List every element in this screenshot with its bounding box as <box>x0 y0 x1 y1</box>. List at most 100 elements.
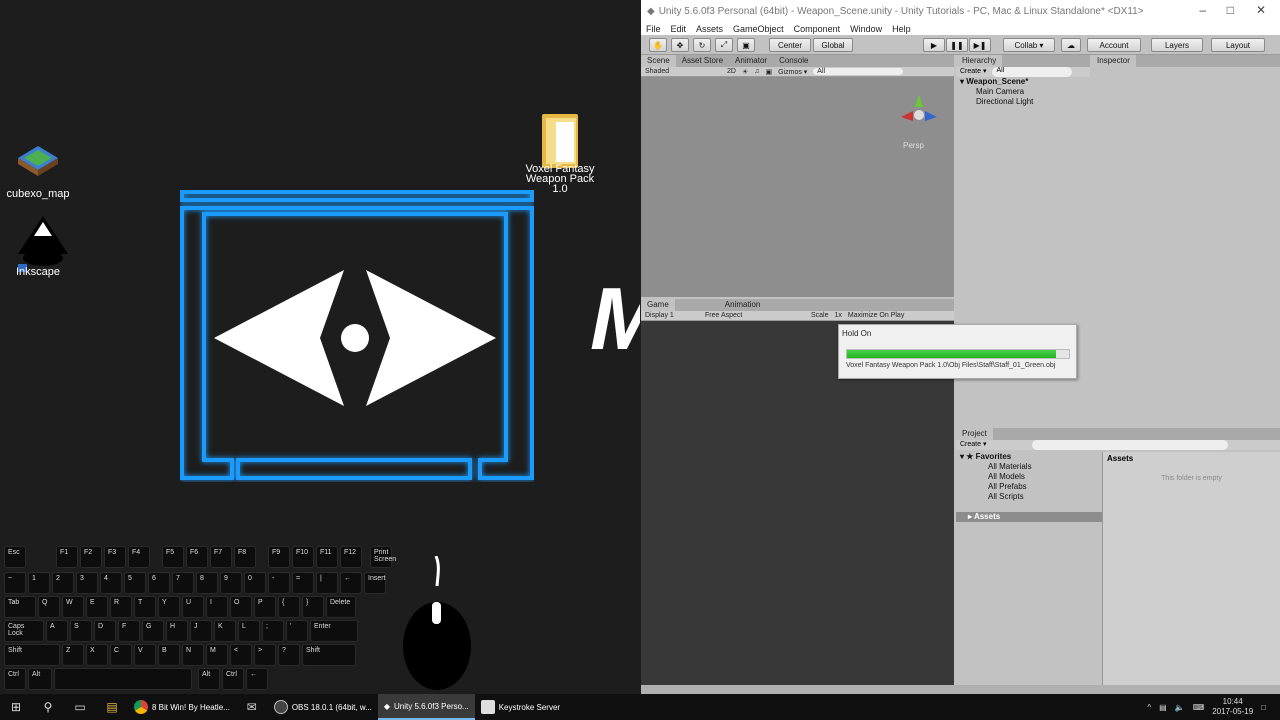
desktop-icon-voxel-folder[interactable]: Voxel Fantasy Weapon Pack 1.0 <box>522 112 598 195</box>
rect-tool-icon[interactable]: ▣ <box>737 38 755 52</box>
step-icon[interactable]: ▶❚ <box>969 38 991 52</box>
menu-assets[interactable]: Assets <box>696 24 723 34</box>
scene-root-row[interactable]: ▾ Weapon_Scene* <box>956 77 1090 87</box>
move-tool-icon[interactable]: ✥ <box>671 38 689 52</box>
file-explorer-icon[interactable]: ▤ <box>96 694 128 720</box>
keystroke-icon <box>480 700 495 714</box>
menu-window[interactable]: Window <box>850 24 882 34</box>
menu-edit[interactable]: Edit <box>671 24 687 34</box>
effects-icon[interactable]: ▣ <box>765 68 772 76</box>
pivot-global-button[interactable]: Global <box>813 38 853 52</box>
tab-animator[interactable]: Animator <box>729 55 773 67</box>
hierarchy-search-input[interactable]: All <box>992 67 1073 77</box>
hierarchy-create-button[interactable]: Create ▾ <box>960 67 986 77</box>
2d-toggle[interactable]: 2D <box>727 68 736 75</box>
hand-tool-icon[interactable]: ✋ <box>649 38 667 52</box>
project-search-input[interactable] <box>1032 440 1229 450</box>
favorites-row[interactable]: ▾ ★ Favorites <box>956 452 1102 462</box>
favorite-item[interactable]: All Prefabs <box>956 482 1102 492</box>
tab-inspector[interactable]: Inspector <box>1091 55 1136 67</box>
rotate-tool-icon[interactable]: ↻ <box>693 38 711 52</box>
volume-icon[interactable]: 🔈 <box>1175 703 1185 712</box>
tab-game[interactable]: Game <box>641 299 675 311</box>
search-icon[interactable]: ⚲ <box>32 694 64 720</box>
windows-start-icon[interactable]: ⊞ <box>0 694 32 720</box>
scene-gizmo-icon[interactable] <box>891 87 947 135</box>
scene-search-input[interactable]: All <box>813 68 904 75</box>
layers-dropdown[interactable]: Layers <box>1151 38 1203 52</box>
cloud-icon[interactable]: ☁ <box>1061 38 1081 52</box>
play-icon[interactable]: ▶ <box>923 38 945 52</box>
keyboard-key: 4 <box>100 572 122 594</box>
clock[interactable]: 10:44 2017-05-19 <box>1212 697 1253 717</box>
hierarchy-item[interactable]: Main Camera <box>956 87 1090 97</box>
menu-file[interactable]: File <box>646 24 661 34</box>
keyboard-key: - <box>268 572 290 594</box>
scale-tool-icon[interactable]: ⤢ <box>715 38 733 52</box>
favorite-item[interactable]: All Materials <box>956 462 1102 472</box>
close-icon[interactable]: ✕ <box>1256 3 1266 17</box>
notifications-icon[interactable]: □ <box>1261 703 1266 712</box>
tab-project[interactable]: Project <box>956 428 993 440</box>
keyboard-key: X <box>86 644 108 666</box>
keyboard-key: N <box>182 644 204 666</box>
tab-asset-store[interactable]: Asset Store <box>676 55 729 67</box>
keyboard-key: Y <box>158 596 180 618</box>
keyboard-key: F2 <box>80 546 102 568</box>
favorite-item[interactable]: All Models <box>956 472 1102 482</box>
persp-label[interactable]: Persp <box>903 141 924 150</box>
layout-dropdown[interactable]: Layout <box>1211 38 1265 52</box>
keyboard-key: Enter <box>310 620 358 642</box>
keyboard-key: Insert <box>364 572 386 594</box>
taskbar-app-unity[interactable]: ◆ Unity 5.6.0f3 Perso... <box>377 694 475 720</box>
menu-help[interactable]: Help <box>892 24 911 34</box>
language-icon[interactable]: ⌨ <box>1193 703 1205 712</box>
maximize-on-play-toggle[interactable]: Maximize On Play <box>848 312 904 319</box>
lighting-icon[interactable]: ☀ <box>742 68 748 76</box>
audio-icon[interactable]: ♫ <box>754 68 759 75</box>
account-dropdown[interactable]: Account <box>1087 38 1141 52</box>
minimize-icon[interactable]: – <box>1199 3 1206 17</box>
favorite-item[interactable]: All Scripts <box>956 492 1102 502</box>
content-title: Assets <box>1107 454 1134 463</box>
keyboard-key: | <box>316 572 338 594</box>
keyboard-key: > <box>254 644 276 666</box>
taskbar-app-keystroke[interactable]: Keystroke Server <box>475 694 566 720</box>
pause-icon[interactable]: ❚❚ <box>946 38 968 52</box>
scale-value[interactable]: 1x <box>835 312 842 319</box>
mail-icon[interactable]: ✉ <box>236 694 268 720</box>
scene-view[interactable]: Persp <box>641 77 954 297</box>
shading-dropdown[interactable]: Shaded <box>645 68 721 75</box>
desktop: cubexo_map Inkscape Voxel Fantasy Weapon… <box>0 0 640 694</box>
taskbar-app-chrome[interactable]: 8 Bit Win! By Heatle... <box>128 694 236 720</box>
project-toolbar: Create ▾ <box>956 440 1280 450</box>
menu-gameobject[interactable]: GameObject <box>733 24 784 34</box>
menu-component[interactable]: Component <box>794 24 841 34</box>
display-dropdown[interactable]: Display 1 <box>645 312 699 319</box>
keyboard-key: ← <box>246 668 268 690</box>
assets-folder-row[interactable]: ▸ Assets <box>956 512 1102 522</box>
maximize-icon[interactable]: □ <box>1227 3 1234 17</box>
desktop-icon-inkscape[interactable]: Inkscape <box>0 214 76 278</box>
unity-icon: ◆ <box>383 701 391 711</box>
scale-label: Scale <box>811 312 829 319</box>
collab-button[interactable]: Collab ▾ <box>1003 38 1055 52</box>
pivot-center-button[interactable]: Center <box>769 38 811 52</box>
tab-console[interactable]: Console <box>773 55 814 67</box>
tab-hierarchy[interactable]: Hierarchy <box>956 55 1003 67</box>
task-view-icon[interactable]: ▭ <box>64 694 96 720</box>
tab-scene[interactable]: Scene <box>641 55 676 67</box>
keyboard-key: 1 <box>28 572 50 594</box>
scene-toolbar: Shaded 2D ☀ ♫ ▣ Gizmos ▾ All <box>641 67 954 77</box>
chevron-up-icon[interactable]: ^ <box>1147 703 1151 712</box>
gizmos-dropdown[interactable]: Gizmos ▾ <box>778 68 807 76</box>
project-create-button[interactable]: Create ▾ <box>960 440 986 450</box>
desktop-icon-cubexo-map[interactable]: cubexo_map <box>0 136 76 200</box>
hierarchy-item[interactable]: Directional Light <box>956 97 1090 107</box>
taskbar-app-obs[interactable]: OBS 18.0.1 (64bit, w... <box>268 694 378 720</box>
network-icon[interactable]: ▤ <box>1159 703 1167 712</box>
aspect-dropdown[interactable]: Free Aspect <box>705 312 805 319</box>
keyboard-key: F <box>118 620 140 642</box>
taskbar: ⊞ ⚲ ▭ ▤ 8 Bit Win! By Heatle... ✉ OBS 18… <box>0 694 1280 720</box>
tab-animation[interactable]: Animation <box>719 299 767 311</box>
